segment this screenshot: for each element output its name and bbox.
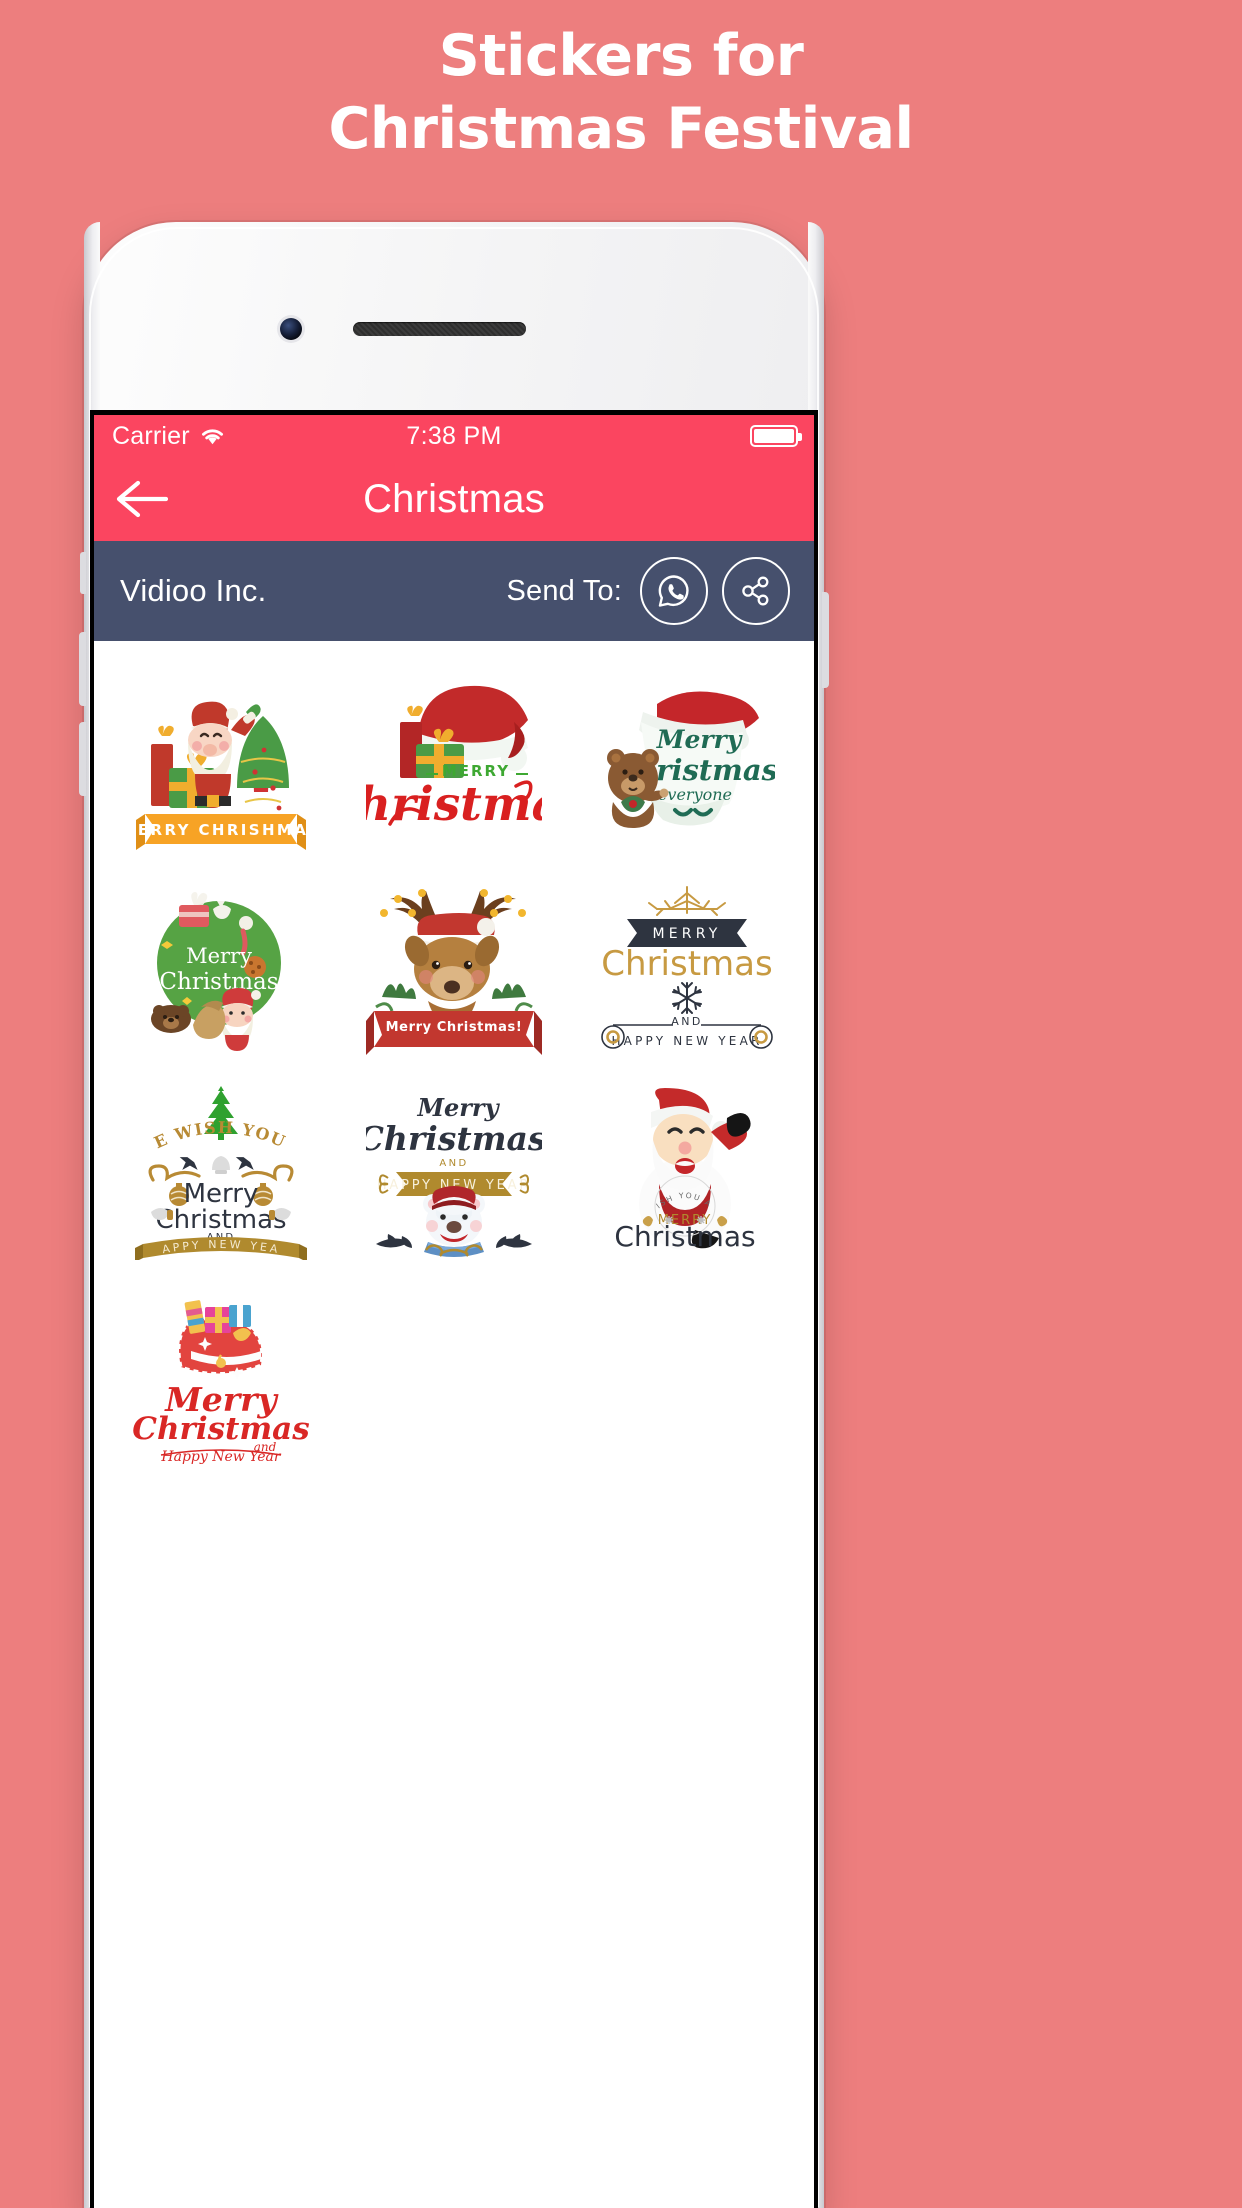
send-to-label: Send To: xyxy=(506,574,622,607)
status-bar: Carrier 7:38 PM xyxy=(94,415,814,457)
reindeer-ribbon-sticker: Merry Christmas! xyxy=(365,888,542,1055)
svg-text:Merry: Merry xyxy=(186,944,252,968)
silent-switch[interactable] xyxy=(80,552,86,594)
gift-sack-merry-christmas-sticker: Merry Christmas and Happy New Year xyxy=(133,1299,309,1465)
sub-toolbar: Vidioo Inc. Send To: xyxy=(94,541,814,641)
svg-text:AND: AND xyxy=(439,1158,468,1169)
send-to-group: Send To: xyxy=(506,557,790,625)
green-wreath-santa-sticker: Merry Christmas xyxy=(150,891,281,1051)
sticker-item-5[interactable]: Merry Christmas! xyxy=(337,864,570,1069)
sticker-item-4[interactable]: Merry Christmas xyxy=(104,864,337,1069)
we-wish-you-a-merry-christmas-sticker: · WE WISH YOU A · M xyxy=(133,1084,307,1260)
battery-full-icon xyxy=(750,425,802,447)
volume-down-button[interactable] xyxy=(79,722,86,796)
svg-text:Christmas: Christmas xyxy=(366,1119,542,1158)
sticker-item-10[interactable]: Merry Christmas and Happy New Year xyxy=(104,1274,337,1479)
santa-tree-banner-sticker: MERRY CHRISHMAS xyxy=(133,701,309,850)
svg-text:Happy New Year: Happy New Year xyxy=(160,1449,281,1465)
gold-snowflake-banner-sticker: MERRY Christmas AND HAPPY NEW YEAR xyxy=(601,885,774,1049)
svg-text:Merry Christmas!: Merry Christmas! xyxy=(386,1020,523,1035)
sticker-item-1[interactable]: MERRY CHRISHMAS xyxy=(104,659,337,864)
sticker-slot-empty-2 xyxy=(571,1274,804,1479)
santa-hat-merry-christmas-sticker: MERRY Christmas xyxy=(366,685,542,832)
svg-text:· WE WISH YOU A ·: · WE WISH YOU A · xyxy=(133,1084,296,1155)
power-button[interactable] xyxy=(822,592,829,688)
back-button[interactable] xyxy=(116,477,170,521)
app-viewport: Carrier 7:38 PM Christmas Vidioo Inc. Se… xyxy=(94,415,814,2208)
share-button[interactable] xyxy=(722,557,790,625)
promo-headline-line2: Christmas Festival xyxy=(328,95,914,162)
waving-santa-christmas-sticker: WE WISH YOU A VERY MERRY Christmas xyxy=(599,1084,756,1253)
svg-text:AND: AND xyxy=(672,1015,703,1028)
svg-text:HAPPY NEW YEAR: HAPPY NEW YEAR xyxy=(612,1034,763,1048)
polar-bear-happy-new-year-sticker: Merry Christmas AND HAPPY NEW YEAR xyxy=(366,1093,542,1257)
svg-text:Christmas: Christmas xyxy=(615,1220,756,1253)
sticker-item-8[interactable]: Merry Christmas AND HAPPY NEW YEAR xyxy=(337,1069,570,1274)
status-bar-time: 7:38 PM xyxy=(406,421,502,450)
page-title: Christmas xyxy=(363,476,545,521)
sticker-item-9[interactable]: WE WISH YOU A VERY MERRY Christmas xyxy=(571,1069,804,1274)
phone-screen: Carrier 7:38 PM Christmas Vidioo Inc. Se… xyxy=(90,410,818,2208)
svg-text:MERRY: MERRY xyxy=(653,926,722,942)
whatsapp-icon xyxy=(658,575,689,607)
svg-text:Merry: Merry xyxy=(656,725,743,754)
earpiece-speaker xyxy=(353,322,526,336)
svg-text:Merry: Merry xyxy=(416,1093,500,1122)
sticker-item-2[interactable]: MERRY Christmas xyxy=(337,659,570,864)
sticker-slot-empty-1 xyxy=(337,1274,570,1479)
volume-up-button[interactable] xyxy=(79,632,86,706)
navigation-bar: Christmas xyxy=(94,457,814,541)
brand-label: Vidioo Inc. xyxy=(120,573,267,608)
promo-headline: Stickers for Christmas Festival xyxy=(0,0,1242,166)
svg-text:Christmas: Christmas xyxy=(133,1411,309,1447)
sticker-item-3[interactable]: Merry Christmas everyone xyxy=(571,659,804,864)
sticker-item-7[interactable]: · WE WISH YOU A · M xyxy=(104,1069,337,1274)
promo-headline-line1: Stickers for xyxy=(438,23,804,89)
svg-text:Christmas: Christmas xyxy=(155,1205,286,1235)
svg-text:MERRY CHRISHMAS: MERRY CHRISHMAS xyxy=(133,821,309,839)
arrow-left-icon xyxy=(116,480,168,518)
share-icon xyxy=(742,576,769,606)
bear-merry-christmas-everyone-sticker: Merry Christmas everyone xyxy=(607,691,775,828)
svg-text:Christmas: Christmas xyxy=(159,969,278,995)
front-camera-icon xyxy=(280,318,302,340)
whatsapp-button[interactable] xyxy=(640,557,708,625)
svg-text:everyone: everyone xyxy=(658,785,732,804)
battery-fill xyxy=(754,429,794,443)
sticker-item-6[interactable]: MERRY Christmas AND HAPPY NEW YEAR xyxy=(571,864,804,1069)
phone-mockup: Carrier 7:38 PM Christmas Vidioo Inc. Se… xyxy=(79,222,829,2208)
sticker-grid: MERRY CHRISHMAS xyxy=(94,641,814,2208)
svg-text:Christmas: Christmas xyxy=(602,944,773,984)
